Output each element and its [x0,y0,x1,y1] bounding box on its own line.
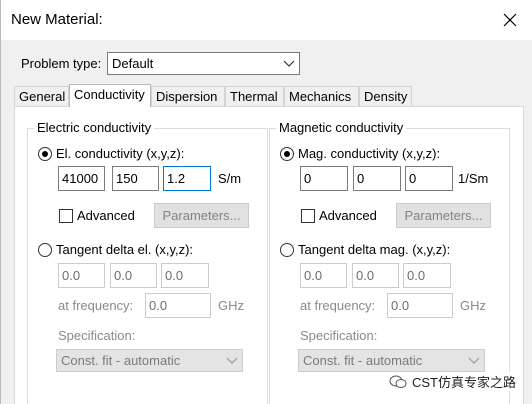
el-conductivity-x-input[interactable]: 41000 [58,166,105,191]
conductivity-panel: Electric conductivity El. conductivity (… [14,106,524,404]
mag-frequency-input[interactable]: 0.0 [387,293,453,318]
el-parameters-button[interactable]: Parameters... [154,203,249,228]
watermark-text: CST仿真专家之路 [411,375,516,390]
mag-conductivity-radio[interactable]: Mag. conductivity (x,y,z): [280,146,440,161]
tab-mechanics[interactable]: Mechanics [284,86,359,106]
mag-conductivity-unit: 1/Sm [458,171,489,186]
radio-unselected-icon [38,242,52,257]
el-advanced-checkbox[interactable]: Advanced [59,208,135,223]
chevron-down-icon [468,357,480,364]
tab-density[interactable]: Density [359,86,412,106]
el-conductivity-unit: S/m [218,171,242,186]
tangent-delta-mag-label: Tangent delta mag. (x,y,z): [298,242,451,257]
problem-type-label: Problem type: [21,56,102,71]
tangent-delta-el-radio[interactable]: Tangent delta el. (x,y,z): [38,242,193,257]
mag-specification-label: Specification: [300,328,378,343]
tan-mag-z-input[interactable]: 0.0 [403,263,451,288]
tan-el-z-input[interactable]: 0.0 [161,263,209,288]
tab-dispersion[interactable]: Dispersion [151,86,225,106]
chevron-down-icon [283,60,295,67]
el-conductivity-radio[interactable]: El. conductivity (x,y,z): [38,146,184,161]
watermark: CST仿真专家之路 [388,372,516,391]
electric-conductivity-group: Electric conductivity El. conductivity (… [27,120,268,404]
mag-specification-select[interactable]: Const. fit - automatic [298,349,485,372]
close-icon [503,13,517,27]
mag-specification-value: Const. fit - automatic [303,353,423,368]
tab-thermal[interactable]: Thermal [225,86,284,106]
mag-conductivity-label: Mag. conductivity (x,y,z): [298,146,441,161]
el-specification-value: Const. fit - automatic [61,353,181,368]
window-title: New Material: [11,11,103,28]
el-conductivity-y-input[interactable]: 150 [112,166,159,191]
mag-advanced-checkbox[interactable]: Advanced [301,208,377,223]
new-material-dialog: New Material: Problem type: Default Gene… [0,0,532,404]
checkbox-unchecked-icon [301,208,315,223]
tangent-delta-el-label: Tangent delta el. (x,y,z): [56,242,194,257]
mag-advanced-label: Advanced [319,208,377,223]
magnetic-conductivity-group: Magnetic conductivity Mag. conductivity … [269,120,510,404]
close-button[interactable] [487,0,532,40]
radio-selected-icon [38,146,52,161]
mag-conductivity-y-input[interactable]: 0 [353,166,401,191]
el-frequency-label: at frequency: [58,298,134,313]
magnetic-group-title: Magnetic conductivity [276,120,407,135]
tan-mag-y-input[interactable]: 0.0 [352,263,399,288]
mag-conductivity-x-input[interactable]: 0 [300,166,348,191]
chevron-down-icon [226,357,238,364]
problem-type-value: Default [112,56,154,71]
tan-el-y-input[interactable]: 0.0 [110,263,157,288]
wechat-icon [389,375,407,388]
problem-type-select[interactable]: Default [107,52,300,75]
el-specification-select[interactable]: Const. fit - automatic [56,349,243,372]
mag-conductivity-z-input[interactable]: 0 [405,166,453,191]
el-conductivity-z-input[interactable]: 1.2 [163,166,211,191]
tangent-delta-mag-radio[interactable]: Tangent delta mag. (x,y,z): [280,242,450,257]
mag-frequency-unit: GHz [460,298,486,313]
el-specification-label: Specification: [58,328,136,343]
el-frequency-unit: GHz [218,298,244,313]
mag-frequency-label: at frequency: [300,298,376,313]
tan-el-x-input[interactable]: 0.0 [58,263,105,288]
radio-selected-icon [280,146,294,161]
tab-conductivity[interactable]: Conductivity [69,84,151,107]
el-advanced-label: Advanced [77,208,135,223]
checkbox-unchecked-icon [59,208,73,223]
el-frequency-input[interactable]: 0.0 [145,293,211,318]
radio-unselected-icon [280,242,294,257]
tab-general[interactable]: General [14,86,69,106]
electric-group-title: Electric conductivity [34,120,155,135]
mag-parameters-button[interactable]: Parameters... [396,203,491,228]
title-bar: New Material: [1,0,532,40]
tan-mag-x-input[interactable]: 0.0 [300,263,347,288]
el-conductivity-label: El. conductivity (x,y,z): [56,146,185,161]
